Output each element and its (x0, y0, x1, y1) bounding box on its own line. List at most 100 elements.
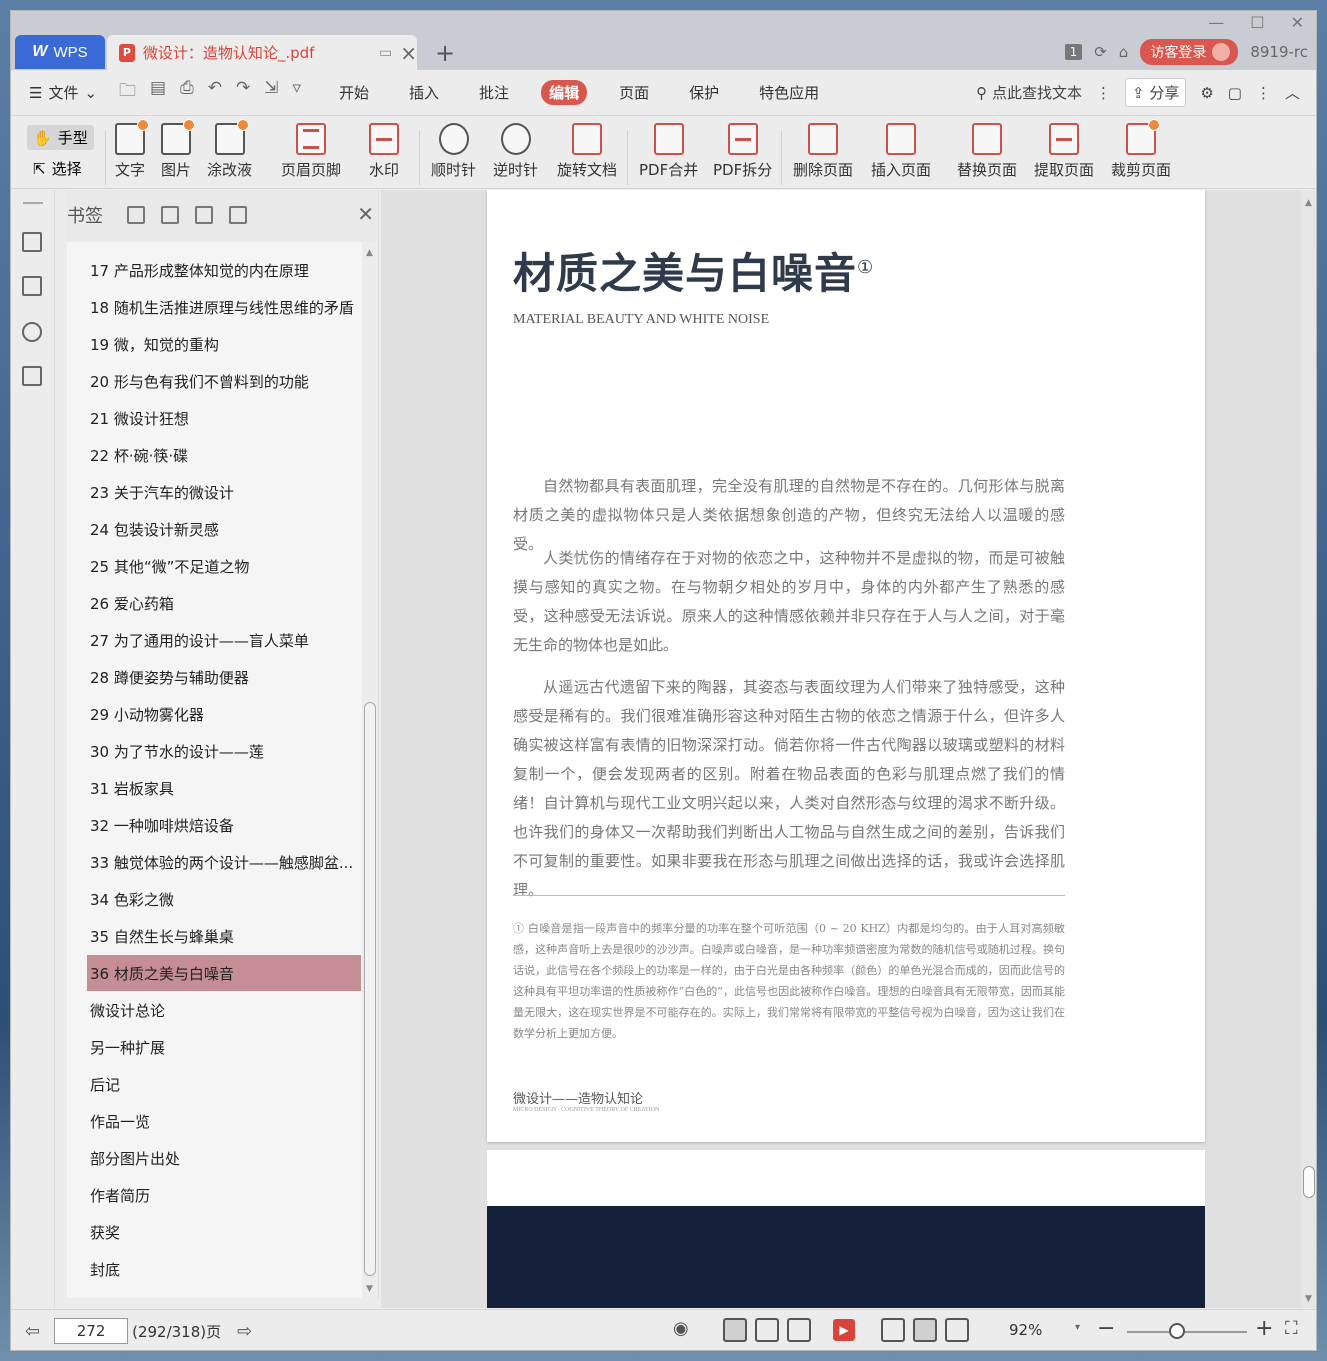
close-tab-icon[interactable]: × (400, 41, 417, 65)
tab-count-badge[interactable]: 1 (1064, 44, 1083, 60)
bookmark-item[interactable]: 36 材质之美与白噪音 (87, 955, 361, 991)
new-tab-button[interactable]: + (435, 39, 455, 67)
two-page-icon[interactable] (787, 1318, 811, 1342)
tool-text[interactable]: 文字 (115, 119, 149, 180)
settings-gear-icon[interactable]: ⚙ (1200, 84, 1213, 102)
tool-delete-page[interactable]: 删除页面 (793, 123, 853, 180)
actual-size-icon[interactable] (881, 1318, 905, 1342)
menu-start[interactable]: 开始 (331, 80, 377, 105)
menu-annotate[interactable]: 批注 (471, 80, 517, 105)
tool-correction[interactable]: 涂改液 (207, 119, 252, 180)
continuous-view-icon[interactable] (723, 1318, 747, 1342)
bookmark-item[interactable]: 19 微，知觉的重构 (87, 326, 361, 362)
fit-width-icon[interactable] (945, 1318, 969, 1342)
collapse-all-icon[interactable] (161, 206, 179, 224)
bookmark-item[interactable]: 20 形与色有我们不曾料到的功能 (87, 363, 361, 399)
bookmark-item[interactable]: 17 产品形成整体知觉的内在原理 (87, 252, 361, 288)
menu-insert[interactable]: 插入 (401, 80, 447, 105)
bookmark-item[interactable]: 35 自然生长与蜂巢桌 (87, 918, 361, 954)
tool-header-footer[interactable]: 页眉页脚 (281, 123, 341, 180)
zoom-level[interactable]: 92% (1009, 1321, 1042, 1339)
tool-pdf-merge[interactable]: PDF合并 (639, 123, 698, 180)
bookmark-item[interactable]: 24 包装设计新灵感 (87, 511, 361, 547)
doc-scroll-up-icon[interactable]: ▲ (1305, 198, 1312, 208)
document-scroll-thumb[interactable] (1303, 1166, 1315, 1198)
menu-edit[interactable]: 编辑 (541, 80, 588, 105)
undo-icon[interactable]: ↶ (208, 78, 222, 107)
bookmark-item[interactable]: 获奖 (87, 1214, 361, 1250)
expand-all-icon[interactable] (127, 206, 145, 224)
menu-page[interactable]: 页面 (611, 80, 657, 105)
tool-crop-page[interactable]: 裁剪页面 (1111, 119, 1171, 180)
minimize-icon[interactable]: — (1208, 13, 1224, 32)
tool-rotate-ccw[interactable]: 逆时针 (493, 123, 538, 180)
bookmark-item[interactable]: 34 色彩之微 (87, 881, 361, 917)
bookmark-item[interactable]: 作者简历 (87, 1177, 361, 1213)
bookmark-item[interactable]: 后记 (87, 1066, 361, 1102)
signature-icon[interactable] (22, 366, 42, 386)
tool-pdf-split[interactable]: PDF拆分 (713, 123, 772, 180)
bookmark-item[interactable]: 31 岩板家具 (87, 770, 361, 806)
tool-insert-page[interactable]: 插入页面 (871, 123, 931, 180)
bookmark-item[interactable]: 23 关于汽车的微设计 (87, 474, 361, 510)
bookmark-item[interactable]: 32 一种咖啡烘焙设备 (87, 807, 361, 843)
login-button[interactable]: 访客登录 (1140, 39, 1239, 65)
bookmark-item[interactable]: 25 其他“微”不足道之物 (87, 548, 361, 584)
zoom-slider-handle[interactable] (1169, 1323, 1185, 1339)
bookmark-item[interactable]: 21 微设计狂想 (87, 400, 361, 436)
monitor-icon[interactable]: ▭ (379, 45, 392, 61)
zoom-dropdown-icon[interactable]: ▾ (1075, 1322, 1080, 1333)
redo-icon[interactable]: ↷ (236, 78, 250, 107)
add-bookmark-icon[interactable] (195, 206, 213, 224)
wps-home-tab[interactable]: W WPS (15, 35, 105, 69)
scroll-down-icon[interactable]: ▼ (366, 1284, 373, 1294)
open-folder-icon[interactable]: 🗀 (119, 78, 136, 107)
fullscreen-icon[interactable]: ⛶ (1285, 1318, 1298, 1339)
menu-features[interactable]: 特色应用 (751, 80, 827, 105)
play-slideshow-icon[interactable]: ▶ (833, 1319, 855, 1341)
bookmark-item[interactable]: 29 小动物雾化器 (87, 696, 361, 732)
bookmark-scroll-thumb[interactable] (364, 702, 376, 1276)
comment-icon[interactable]: ▢ (1228, 84, 1242, 102)
fit-page-icon[interactable] (913, 1318, 937, 1342)
more-options-icon[interactable]: ⋮ (1256, 84, 1271, 102)
file-menu[interactable]: ☰ 文件 ⌄ (29, 82, 97, 103)
bookmark-item[interactable]: 部分图片出处 (87, 1140, 361, 1176)
collapse-ribbon-icon[interactable]: ︿ (1285, 82, 1300, 103)
maximize-icon[interactable]: ☐ (1250, 13, 1264, 32)
zoom-out-icon[interactable]: − (1097, 1316, 1115, 1341)
print-icon[interactable]: ⎙ (180, 78, 194, 107)
tool-replace-page[interactable]: 替换页面 (957, 123, 1017, 180)
hand-mode-button[interactable]: ✋ 手型 (27, 125, 94, 150)
doc-scroll-down-icon[interactable]: ▼ (1305, 1294, 1312, 1304)
zoom-slider[interactable] (1127, 1331, 1247, 1333)
bookmark-item[interactable]: 18 随机生活推进原理与线性思维的矛盾 (87, 289, 361, 325)
next-page-icon[interactable]: ⇨ (237, 1321, 252, 1342)
previous-page-icon[interactable]: ⇦ (25, 1321, 40, 1342)
skin-icon[interactable]: ⌂ (1119, 43, 1129, 61)
document-tab[interactable]: P 微设计：造物认知论_.pdf ▭ × (107, 35, 417, 70)
search-text-button[interactable]: ⚲ 点此查找文本 (976, 82, 1082, 103)
tool-watermark[interactable]: 水印 (369, 123, 399, 180)
thumbnail-image-icon[interactable] (22, 276, 42, 296)
bookmark-settings-icon[interactable] (229, 206, 247, 224)
tool-rotate-doc[interactable]: 旋转文档 (557, 123, 617, 180)
sync-icon[interactable]: ⟳ (1094, 43, 1107, 61)
bookmark-scrollbar[interactable]: ▲ ▼ (362, 242, 378, 1298)
menu-protect[interactable]: 保护 (681, 80, 727, 105)
document-scrollbar[interactable]: ▲ ▼ (1301, 190, 1316, 1308)
bookmark-item[interactable]: 33 触觉体验的两个设计——触感脚盆... (87, 844, 361, 880)
tool-extract-page[interactable]: 提取页面 (1034, 123, 1094, 180)
document-viewport[interactable]: 材质之美与白噪音① MATERIAL BEAUTY AND WHITE NOIS… (381, 190, 1316, 1308)
select-mode-button[interactable]: ⇱ 选择 (27, 156, 94, 181)
export-icon[interactable]: ⇲ (264, 78, 278, 107)
close-window-icon[interactable]: ✕ (1291, 13, 1304, 32)
outline-list-icon[interactable] (22, 232, 42, 252)
bookmark-item[interactable]: 27 为了通用的设计——盲人菜单 (87, 622, 361, 658)
bookmark-item[interactable]: 28 蹲便姿势与辅助便器 (87, 659, 361, 695)
tool-rotate-cw[interactable]: 顺时针 (431, 123, 476, 180)
bookmark-item[interactable]: 30 为了节水的设计——莲 (87, 733, 361, 769)
annotation-icon[interactable] (22, 322, 42, 342)
scroll-up-icon[interactable]: ▲ (366, 248, 373, 258)
page-number-input[interactable]: 272 (54, 1318, 129, 1344)
